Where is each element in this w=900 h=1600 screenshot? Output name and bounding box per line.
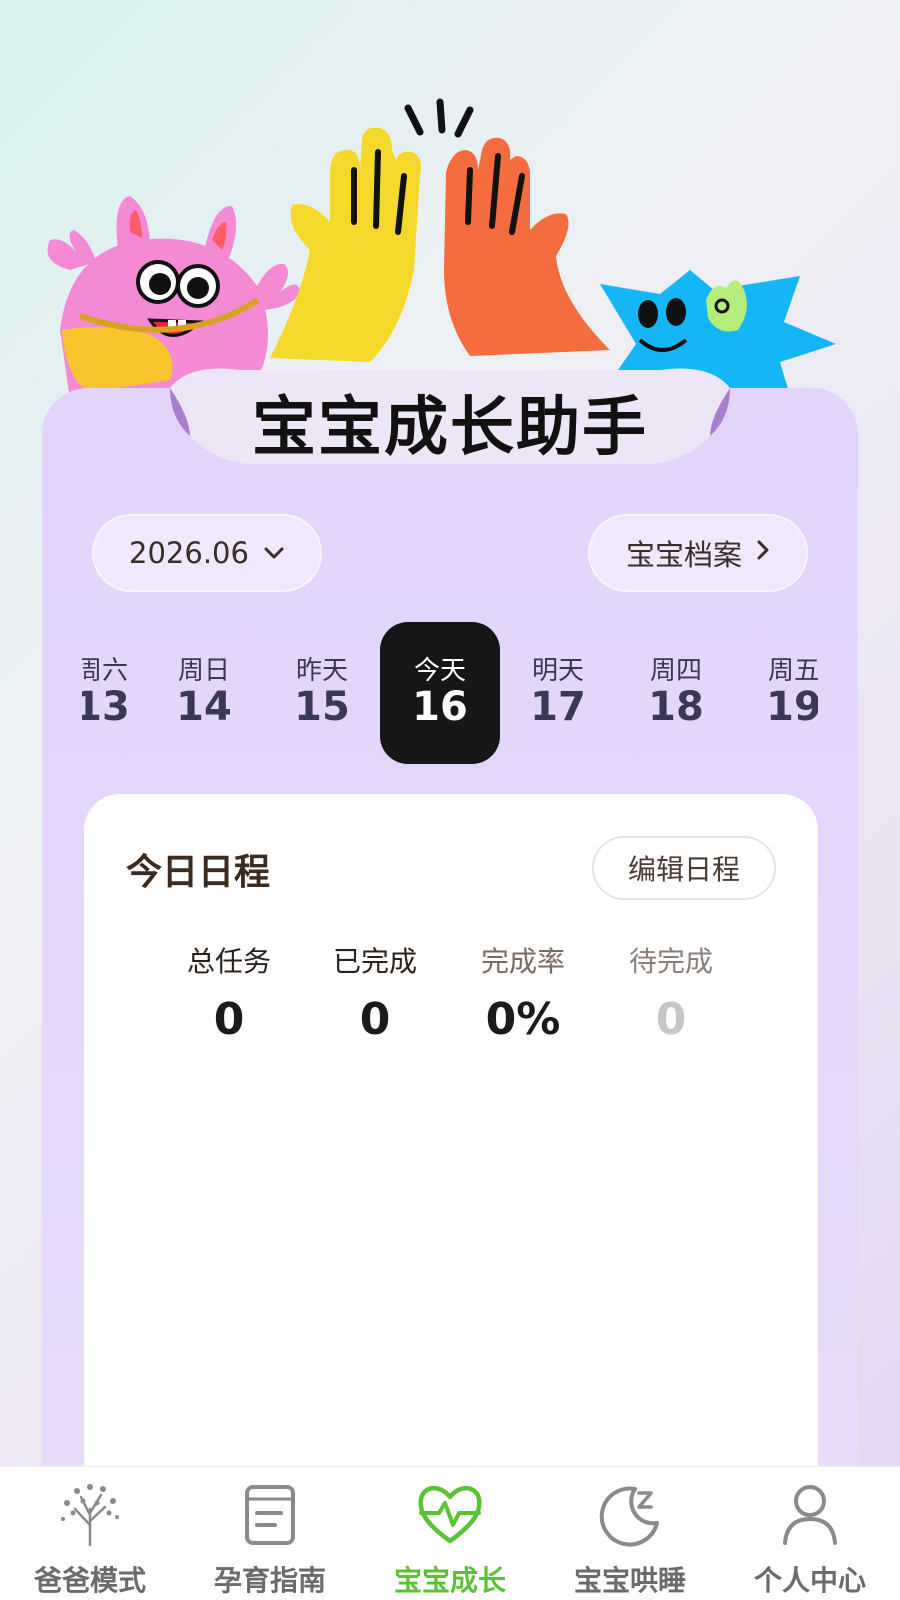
baby-profile-label: 宝宝档案 (625, 538, 742, 572)
tab-label: 爸爸模式 (33, 1564, 146, 1597)
stat-label: 待完成 (628, 945, 713, 978)
month-selector[interactable]: 2026.06 (92, 514, 322, 592)
tab-baby-growth[interactable]: 宝宝成长 (360, 1467, 540, 1600)
day-item[interactable]: 周五 19 (734, 622, 818, 764)
tree-icon (55, 1479, 125, 1549)
day-number: 17 (530, 684, 586, 730)
stat-completed: 已完成 0 (300, 940, 450, 1045)
stat-label: 已完成 (332, 945, 417, 978)
tab-label: 孕育指南 (213, 1564, 326, 1597)
stat-value: 0% (485, 994, 561, 1045)
day-label: 明天 (531, 656, 584, 686)
tab-personal-center[interactable]: 个人中心 (720, 1467, 900, 1600)
tab-dad-mode[interactable]: 爸爸模式 (0, 1467, 180, 1600)
baby-profile-button[interactable]: 宝宝档案 (588, 514, 808, 592)
day-label: 今天 (413, 656, 466, 686)
day-label: 昨天 (295, 656, 348, 686)
heart-pulse-icon (415, 1479, 485, 1549)
day-item[interactable]: 周日 14 (144, 622, 264, 764)
stat-pending: 待完成 0 (596, 940, 746, 1045)
stat-label: 完成率 (480, 945, 565, 978)
stat-value: 0 (655, 994, 687, 1045)
stat-completion-rate: 完成率 0% (448, 940, 598, 1045)
day-item[interactable]: 周四 18 (616, 622, 736, 764)
day-item-today[interactable]: 今天 16 (380, 622, 500, 764)
stat-value: 0 (359, 994, 391, 1045)
title-banner: 宝宝成长助手 (160, 358, 740, 478)
orange-hand-illustration (444, 137, 610, 356)
notebook-icon (235, 1479, 305, 1549)
stat-total-tasks: 总任务 0 (154, 940, 304, 1045)
tab-label: 个人中心 (753, 1564, 866, 1597)
day-label: 周五 (767, 656, 818, 686)
chevron-down-icon (263, 541, 285, 566)
day-label: 周四 (649, 656, 702, 686)
edit-schedule-button[interactable]: 编辑日程 (592, 836, 776, 900)
tab-label: 宝宝哄睡 (573, 1564, 686, 1597)
chevron-right-icon (756, 539, 770, 567)
stat-value: 0 (213, 994, 245, 1045)
day-number: 14 (176, 684, 232, 730)
month-selector-label: 2026.06 (129, 536, 249, 570)
day-item[interactable]: 明天 17 (498, 622, 618, 764)
tab-label: 宝宝成长 (393, 1564, 506, 1597)
tab-baby-sleep[interactable]: 宝宝哄睡 (540, 1467, 720, 1600)
tab-pregnancy-guide[interactable]: 孕育指南 (180, 1467, 360, 1600)
sparkle-lines (404, 98, 474, 138)
schedule-title: 今日日程 (126, 852, 271, 893)
day-label: 周日 (177, 656, 230, 686)
yellow-hand-illustration (270, 127, 421, 362)
bottom-tab-bar: 爸爸模式 孕育指南 宝宝成长 宝宝哄睡 个人中心 (0, 1466, 900, 1600)
day-number: 15 (294, 684, 350, 730)
day-item[interactable]: 昨天 15 (262, 622, 382, 764)
page-title: 宝宝成长助手 (252, 391, 648, 465)
moon-sleep-icon (595, 1479, 665, 1549)
day-number: 19 (766, 684, 818, 730)
week-date-strip: 周六 13 周日 14 昨天 15 今天 16 明天 17 周四 18 周五 1… (82, 622, 818, 764)
day-number: 16 (412, 684, 468, 730)
stat-label: 总任务 (186, 945, 271, 978)
day-number: 18 (648, 684, 704, 730)
user-icon (775, 1479, 845, 1549)
